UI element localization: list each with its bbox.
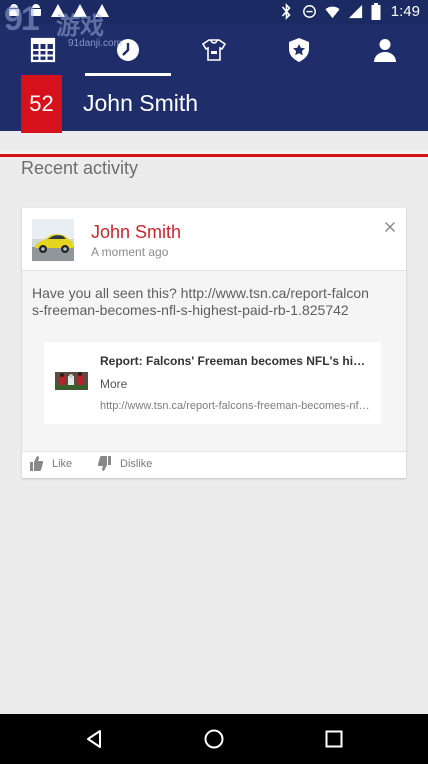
wifi-icon	[325, 6, 340, 19]
link-preview[interactable]: Report: Falcons' Freeman becomes NFL's h…	[44, 342, 381, 424]
back-button[interactable]	[81, 726, 107, 752]
thumbs-down-icon	[98, 456, 111, 471]
link-title: Report: Falcons' Freeman becomes NFL's h…	[100, 354, 372, 368]
team-badge-icon	[289, 38, 309, 62]
home-circle-icon	[204, 729, 224, 749]
thumbs-up-icon	[30, 456, 43, 471]
like-button[interactable]: Like	[30, 456, 72, 471]
battery-icon	[371, 3, 381, 20]
card-actions: Like Dislike	[22, 451, 406, 478]
header-stripe-red	[0, 154, 428, 157]
close-button[interactable]	[384, 220, 396, 233]
android-notification-icon-2	[31, 4, 41, 16]
minus-circle-icon	[302, 5, 316, 18]
link-url: http://www.tsn.ca/report-falcons-freeman…	[100, 400, 372, 412]
system-status-icons: 1:49	[279, 3, 420, 20]
dislike-label: Dislike	[120, 457, 153, 470]
post-author[interactable]: John Smith	[91, 222, 181, 243]
avatar[interactable]	[32, 219, 74, 261]
recents-square-icon	[325, 730, 343, 748]
app-header: 52 John Smith	[0, 25, 428, 157]
tab-activity[interactable]	[85, 25, 171, 75]
bluetooth-icon	[281, 3, 291, 20]
clock: 1:49	[390, 3, 420, 20]
notification-icons	[6, 3, 110, 19]
tab-bar	[0, 25, 428, 77]
alert-icon	[51, 4, 65, 17]
status-bar: 1:49	[0, 0, 428, 25]
dislike-button[interactable]: Dislike	[98, 456, 152, 471]
post-time: A moment ago	[91, 245, 169, 259]
tab-profile[interactable]	[342, 25, 428, 75]
tab-team[interactable]	[256, 25, 342, 75]
football-thumbnail-image	[55, 372, 88, 390]
jersey-icon	[201, 39, 227, 61]
signal-icon	[348, 4, 362, 19]
player-name: John Smith	[83, 90, 199, 116]
home-button[interactable]	[201, 726, 227, 752]
tab-jersey[interactable]	[171, 25, 257, 75]
stats-grid-icon	[30, 37, 56, 63]
alert-icon-2	[73, 4, 87, 17]
section-title: Recent activity	[21, 158, 139, 178]
recents-button[interactable]	[321, 726, 347, 752]
tab-stats[interactable]	[0, 25, 86, 75]
alert-icon-3	[95, 4, 109, 17]
activity-card: John Smith A moment ago Have you all see…	[22, 208, 406, 478]
active-tab-indicator	[85, 73, 171, 76]
android-nav-bar	[0, 714, 428, 764]
card-header: John Smith A moment ago	[22, 208, 406, 271]
player-number: 52	[21, 75, 62, 133]
android-notification-icon	[9, 4, 19, 16]
activity-clock-icon	[117, 39, 139, 61]
link-more[interactable]: More	[100, 377, 127, 391]
back-triangle-icon	[87, 730, 101, 748]
close-icon	[384, 221, 396, 233]
car-avatar-image	[32, 219, 74, 261]
like-label: Like	[52, 457, 73, 470]
link-thumbnail	[55, 372, 88, 390]
profile-icon	[374, 39, 396, 62]
post-text: Have you all seen this? http://www.tsn.c…	[32, 285, 369, 318]
